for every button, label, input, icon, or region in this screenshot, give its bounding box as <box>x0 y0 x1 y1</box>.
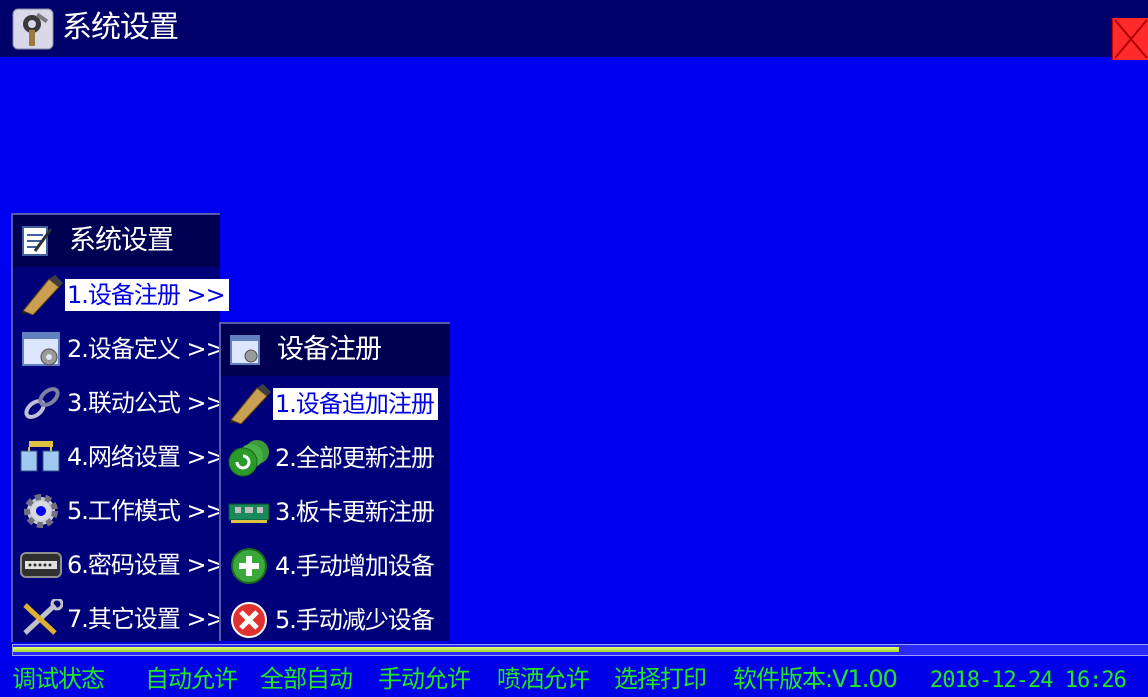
submenu-item-label: 3.板卡更新注册 <box>275 498 435 526</box>
submenu-header: 设备注册 <box>221 324 450 376</box>
window-title: 系统设置 <box>62 10 179 45</box>
progress-bar <box>12 644 1148 656</box>
submenu-item-full-update[interactable]: 2.全部更新注册 <box>221 432 450 484</box>
pencil-icon <box>227 384 271 425</box>
menu-header-title: 系统设置 <box>69 225 174 256</box>
chain-link-icon <box>19 383 63 423</box>
notepad-icon <box>21 225 53 257</box>
status-debug: 调试状态 <box>12 665 105 693</box>
network-computers-icon <box>19 437 63 477</box>
progress-fill <box>13 647 900 652</box>
submenu-item-manual-remove[interactable]: 5.手动减少设备 <box>221 594 450 646</box>
menu-item-label: 3.联动公式 >> <box>67 389 226 417</box>
menu-item-linkage-formula[interactable]: 3.联动公式 >> <box>13 377 226 429</box>
menu-item-device-definition[interactable]: 2.设备定义 >> <box>13 323 226 375</box>
title-bar: 系统设置 <box>0 0 1148 60</box>
submenu-item-label: 5.手动减少设备 <box>275 606 435 634</box>
submenu-item-manual-add[interactable]: 4.手动增加设备 <box>221 540 450 592</box>
system-settings-menu: 系统设置 1.设备注册 >> 2.设备定义 >> 3.联动公式 >> 4.网络设… <box>11 213 229 647</box>
menu-item-label: 6.密码设置 >> <box>67 551 226 579</box>
menu-item-device-registration[interactable]: 1.设备注册 >> <box>13 269 229 321</box>
status-datetime: 2018-12-24 16:26 <box>930 668 1127 693</box>
status-bar: 调试状态 自动允许 全部自动 手动允许 喷洒允许 选择打印 软件版本:V1.00… <box>0 660 1148 697</box>
settings-tools-icon <box>12 8 54 50</box>
status-all-auto: 全部自动 <box>260 665 353 693</box>
remove-circle-icon <box>227 600 271 640</box>
menu-item-label: 5.工作模式 >> <box>67 497 226 525</box>
gear-window-icon <box>229 334 261 366</box>
password-keypad-icon <box>19 545 63 585</box>
tools-icon <box>19 597 64 639</box>
status-select-print: 选择打印 <box>614 665 707 693</box>
status-software-version: 软件版本:V1.00 <box>733 665 898 693</box>
add-circle-icon <box>227 546 271 586</box>
menu-item-work-mode[interactable]: 5.工作模式 >> <box>13 485 226 537</box>
refresh-discs-icon <box>227 438 271 478</box>
submenu-item-label: 1.设备追加注册 <box>273 388 438 420</box>
submenu-item-board-update[interactable]: 3.板卡更新注册 <box>221 486 450 538</box>
menu-item-network-settings[interactable]: 4.网络设置 >> <box>13 431 226 483</box>
status-auto-allow: 自动允许 <box>145 665 238 693</box>
gear-icon <box>19 491 63 531</box>
device-registration-submenu: 设备注册 1.设备追加注册 2.全部更新注册 3.板卡更新注册 4.手动增加设备… <box>219 322 450 641</box>
status-spray-allow: 喷洒允许 <box>497 665 590 693</box>
submenu-header-title: 设备注册 <box>277 334 382 365</box>
menu-item-password-settings[interactable]: 6.密码设置 >> <box>13 539 226 591</box>
submenu-item-append-registration[interactable]: 1.设备追加注册 <box>221 378 450 430</box>
menu-header: 系统设置 <box>13 215 220 267</box>
status-manual-allow: 手动允许 <box>378 665 471 693</box>
menu-item-label: 2.设备定义 >> <box>67 335 226 363</box>
menu-item-label: 7.其它设置 >> <box>67 605 226 633</box>
menu-item-label: 1.设备注册 >> <box>65 279 229 311</box>
circuit-board-icon <box>227 492 271 532</box>
submenu-item-label: 4.手动增加设备 <box>275 552 435 580</box>
menu-item-label: 4.网络设置 >> <box>67 443 226 471</box>
gear-window-icon <box>19 329 63 369</box>
pencil-icon <box>19 275 63 316</box>
close-button[interactable] <box>1112 18 1148 60</box>
close-x-icon <box>1114 19 1148 59</box>
submenu-item-label: 2.全部更新注册 <box>275 444 435 472</box>
menu-item-other-settings[interactable]: 7.其它设置 >> <box>13 593 226 645</box>
